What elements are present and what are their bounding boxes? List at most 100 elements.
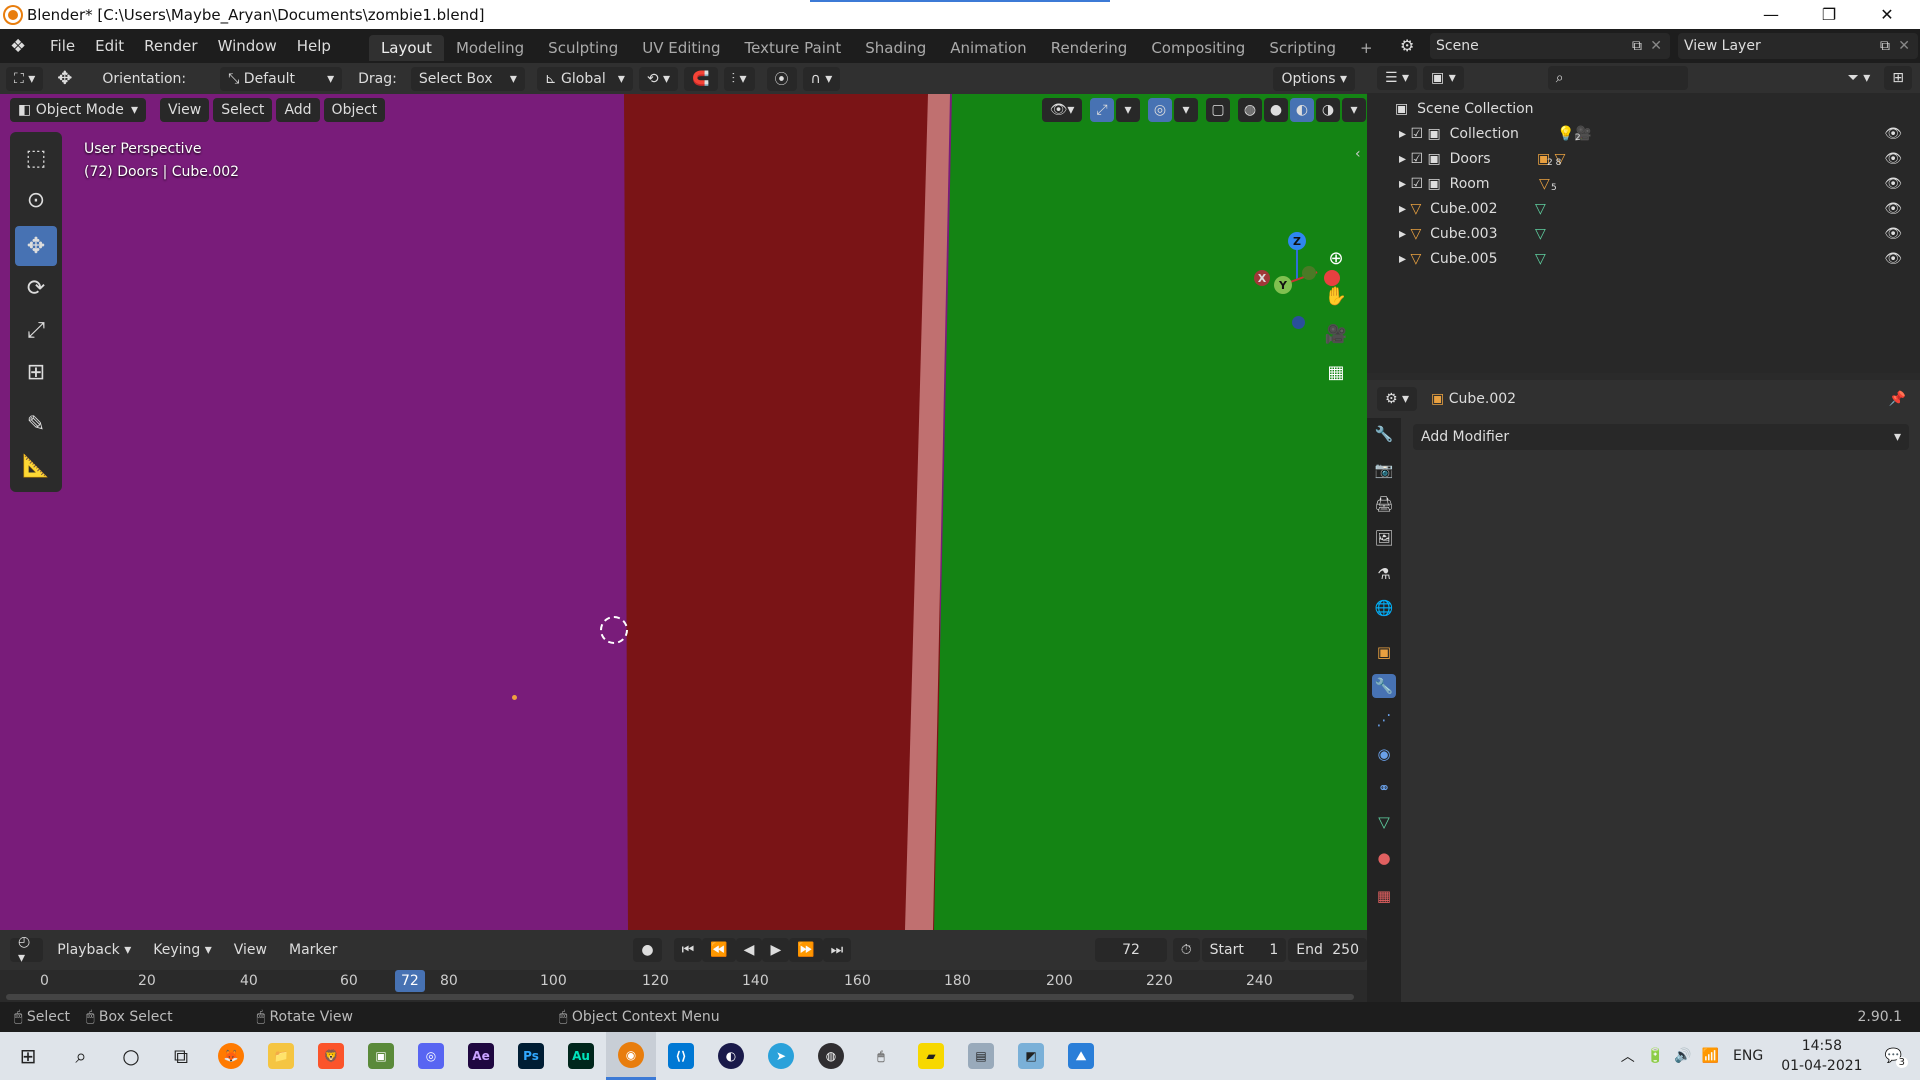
jump-keyframe-prev-icon[interactable]: ⏪ <box>702 938 736 962</box>
proportional-falloff-dropdown[interactable]: ∩ ▾ <box>802 66 841 91</box>
app-window-icon[interactable]: ▤ <box>956 1032 1006 1080</box>
options-dropdown[interactable]: Options ▾ <box>1273 66 1355 91</box>
output-tab-icon[interactable]: 🖨 <box>1372 492 1396 516</box>
menu-file[interactable]: File <box>40 29 85 63</box>
blender-menu-icon[interactable]: ❖ <box>10 36 40 57</box>
display-mode-dropdown[interactable]: ▣ ▾ <box>1423 66 1464 90</box>
view-layer-selector[interactable]: View Layer ⧉ ✕ <box>1678 33 1918 59</box>
timeline-scrollbar[interactable] <box>6 994 1354 1000</box>
language-indicator[interactable]: ENG <box>1733 1048 1763 1064</box>
gizmo-z-axis[interactable]: Z <box>1288 232 1306 250</box>
physics-tab-icon[interactable]: ◉ <box>1372 742 1396 766</box>
telegram-icon[interactable]: ➤ <box>756 1032 806 1080</box>
tab-scripting[interactable]: Scripting <box>1257 35 1348 61</box>
outliner-row-cube-002[interactable]: ▸ ▽ Cube.002 ▽ 👁 <box>1367 196 1920 221</box>
viewport-menu-select[interactable]: Select <box>213 97 273 122</box>
new-scene-icon[interactable]: ⧉ <box>1632 38 1642 54</box>
snap-target-dropdown[interactable]: ⫶ ▾ <box>723 66 755 91</box>
scene-tab-icon[interactable]: ⚗ <box>1372 562 1396 586</box>
solid-shading-icon[interactable]: ● <box>1264 98 1288 122</box>
measure-tool-icon[interactable]: 📐 <box>15 446 57 486</box>
close-button[interactable]: ✕ <box>1864 0 1910 29</box>
outliner-row-cube-005[interactable]: ▸ ▽ Cube.005 ▽ 👁 <box>1367 246 1920 271</box>
visibility-eye-icon[interactable]: 👁▾ <box>1042 98 1082 122</box>
cursor-tool-icon[interactable]: ⊙ <box>15 180 57 220</box>
view-layer-tab-icon[interactable]: 🖼 <box>1372 526 1396 550</box>
ortho-grid-icon[interactable]: ▦ <box>1320 356 1352 388</box>
tool-tab-icon[interactable]: 🔧 <box>1372 422 1396 446</box>
task-view-icon[interactable]: ⧉ <box>156 1032 206 1080</box>
transform-tool-icon[interactable]: ⊞ <box>15 352 57 392</box>
playhead[interactable]: 72 <box>395 970 425 992</box>
search-icon[interactable]: ⌕ <box>56 1032 106 1080</box>
app-tablet-icon[interactable]: ◩ <box>1006 1032 1056 1080</box>
move-tool-button-icon[interactable]: ✥ <box>15 226 57 266</box>
camera-view-icon[interactable]: 🎥 <box>1320 318 1352 350</box>
eye-icon[interactable]: 👁 <box>1884 201 1902 217</box>
timeline-area[interactable]: 0 20 40 60 80 100 120 140 160 180 200 22… <box>0 970 1367 1002</box>
new-collection-icon[interactable]: ⊞ <box>1884 66 1912 90</box>
world-tab-icon[interactable]: 🌐 <box>1372 596 1396 620</box>
expand-arrow-icon[interactable]: ▸ <box>1399 176 1410 192</box>
tab-sculpting[interactable]: Sculpting <box>536 35 630 61</box>
tab-compositing[interactable]: Compositing <box>1139 35 1257 61</box>
eye-icon[interactable]: 👁 <box>1884 151 1902 167</box>
end-frame-field[interactable]: End 250 <box>1288 938 1367 962</box>
checkbox-icon[interactable]: ☑ <box>1410 126 1427 142</box>
windows-start-icon[interactable]: ⊞ <box>0 1032 56 1080</box>
outliner-editor-type-button[interactable]: ☰ ▾ <box>1377 66 1418 90</box>
timeline-menu-marker[interactable]: Marker <box>281 938 345 962</box>
outliner-search-input[interactable]: ⌕ <box>1547 66 1688 90</box>
battery-icon[interactable]: 🔋 <box>1647 1048 1664 1064</box>
rotate-tool-icon[interactable]: ⟳ <box>15 268 57 308</box>
blender-taskbar-icon[interactable]: ◉ <box>606 1032 656 1080</box>
eye-icon[interactable]: 👁 <box>1884 226 1902 242</box>
constraints-tab-icon[interactable]: ⚭ <box>1372 776 1396 800</box>
play-reverse-icon[interactable]: ◀ <box>735 938 763 962</box>
preview-range-icon[interactable]: ⏱ <box>1172 938 1200 962</box>
expand-arrow-icon[interactable]: ▸ <box>1399 251 1410 267</box>
tab-modeling[interactable]: Modeling <box>444 35 536 61</box>
material-shading-icon[interactable]: ◐ <box>1290 98 1314 122</box>
timeline-editor-type-button[interactable]: ◴ ▾ <box>10 934 44 966</box>
tab-texture-paint[interactable]: Texture Paint <box>732 35 853 61</box>
brave-browser-icon[interactable]: 🦁 <box>306 1032 356 1080</box>
gizmo-y-axis[interactable]: Y <box>1274 276 1292 294</box>
maximize-button[interactable]: ❐ <box>1806 0 1852 29</box>
modifier-wrench-icon[interactable]: 🔧 <box>1372 674 1396 698</box>
chevron-down-icon[interactable]: ▾ <box>1116 98 1140 122</box>
expand-arrow-icon[interactable]: ▸ <box>1399 226 1410 242</box>
menu-edit[interactable]: Edit <box>85 29 134 63</box>
snap-toggle[interactable]: 🧲 <box>684 66 718 91</box>
start-frame-field[interactable]: Start 1 <box>1201 938 1287 962</box>
volume-icon[interactable]: 🔊 <box>1674 1048 1691 1064</box>
cortana-icon[interactable]: ○ <box>106 1032 156 1080</box>
tab-rendering[interactable]: Rendering <box>1039 35 1140 61</box>
eye-icon[interactable]: 👁 <box>1884 251 1902 267</box>
orientation-dropdown[interactable]: ⤡ Default ▾ <box>220 66 343 91</box>
transform-space-dropdown[interactable]: ⊾ Global ▾ <box>536 66 633 91</box>
rendered-shading-icon[interactable]: ◑ <box>1316 98 1340 122</box>
timeline-menu-keying[interactable]: Keying ▾ <box>145 938 220 962</box>
properties-editor-type-button[interactable]: ⚙ ▾ <box>1377 387 1418 411</box>
sidebar-toggle-icon[interactable]: ‹ <box>1355 146 1361 162</box>
pivot-point-dropdown[interactable]: ⟲ ▾ <box>638 66 679 91</box>
pin-icon[interactable]: 📌 <box>1889 391 1906 407</box>
timeline-menu-view[interactable]: View <box>226 938 275 962</box>
notifications-icon[interactable]: 💬 3 <box>1885 1048 1908 1068</box>
viewport-menu-object[interactable]: Object <box>323 97 386 122</box>
add-workspace-button[interactable]: + <box>1348 35 1385 61</box>
zoom-icon[interactable]: ⊕ <box>1320 242 1352 274</box>
current-frame-field[interactable]: 72 <box>1095 938 1167 962</box>
viewport-menu-add[interactable]: Add <box>276 97 320 122</box>
minecraft-icon[interactable]: ▣ <box>356 1032 406 1080</box>
jump-start-icon[interactable]: ⏮ <box>673 938 703 962</box>
scale-tool-icon[interactable]: ⤢ <box>15 310 57 350</box>
scene-selector[interactable]: Scene ⧉ ✕ <box>1430 33 1670 59</box>
data-tab-icon[interactable]: ▽ <box>1372 810 1396 834</box>
remove-view-layer-icon[interactable]: ✕ <box>1898 38 1910 54</box>
gizmo-x-axis[interactable]: X <box>1254 270 1270 286</box>
photoshop-icon[interactable]: Ps <box>506 1032 556 1080</box>
outliner-row-cube-003[interactable]: ▸ ▽ Cube.003 ▽ 👁 <box>1367 221 1920 246</box>
chevron-down-icon[interactable]: ▾ <box>1342 98 1366 122</box>
